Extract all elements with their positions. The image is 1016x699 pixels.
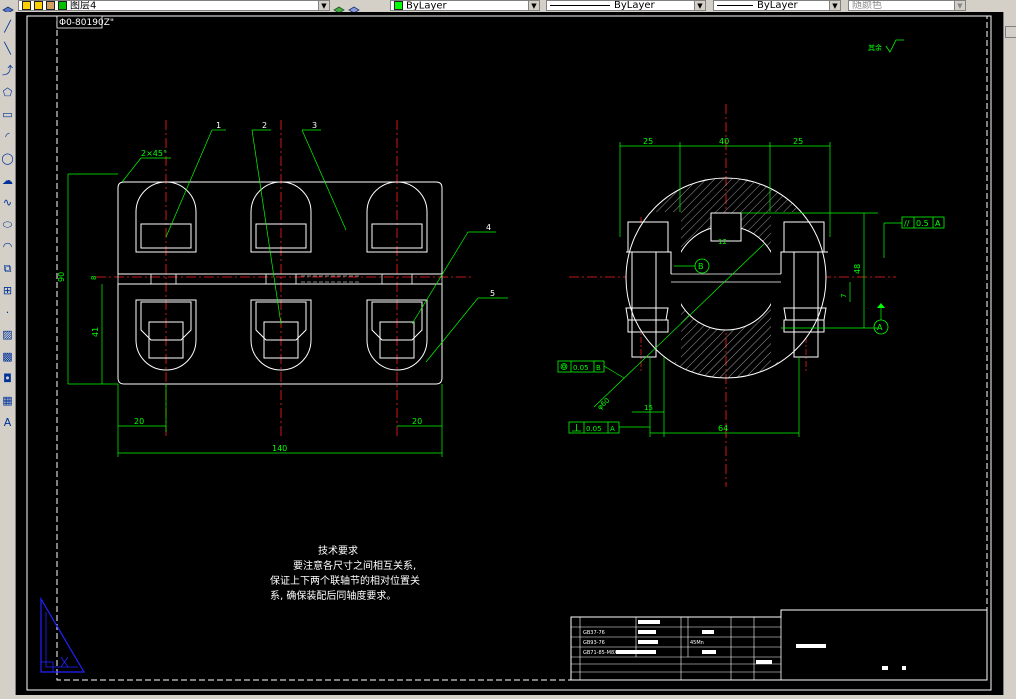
layer-manager-icon[interactable] — [2, 0, 14, 14]
corner-label: Φ0-80190Z" — [59, 18, 114, 28]
side-view: 25 40 25 12 48 7 // 0.5 A A B φ60 0.05 B… — [557, 104, 945, 487]
dim-middle-top: 40 — [719, 137, 729, 146]
make-block-icon[interactable]: ⊞ — [1, 284, 14, 297]
chamfer-label: 2×45° — [141, 149, 167, 158]
ucs-icon — [40, 596, 86, 673]
title-block: GB37-76 GB93-76 45Mn GB71-85-M8X20 — [570, 609, 988, 681]
gradient-icon[interactable]: ▩ — [1, 350, 14, 363]
lineweight-label: ByLayer — [757, 0, 798, 11]
spline-icon[interactable]: ∿ — [1, 196, 14, 209]
table-icon[interactable]: ▦ — [1, 394, 14, 407]
parallel-datum: A — [935, 219, 941, 228]
inner-border — [56, 15, 988, 681]
scrollbar-thumb[interactable] — [1005, 26, 1016, 38]
arc-icon[interactable]: ◜ — [1, 130, 14, 143]
circle-icon[interactable]: ◯ — [1, 152, 14, 165]
dim-height-right: 48 — [853, 264, 862, 274]
outer-border — [26, 15, 992, 691]
parallel-symbol-icon: // — [904, 219, 910, 228]
dim-bolt-spacing: 64 — [718, 424, 728, 433]
rectangle-icon[interactable]: ▭ — [1, 108, 14, 121]
layer-lock-icon[interactable] — [46, 1, 55, 10]
ellipse-icon[interactable]: ⬭ — [1, 218, 14, 231]
plot-style-control[interactable]: 随颜色 ▼ — [848, 0, 966, 11]
perpendicular-symbol-icon — [572, 424, 581, 432]
layer-name: 图层4 — [70, 0, 97, 11]
line-icon[interactable]: ╱ — [1, 20, 14, 33]
draw-toolbar: ╱ ╲ ⤴ ⬠ ▭ ◜ ◯ ☁ ∿ ⬭ ◠ ⧉ ⊞ · ▨ ▩ ◘ ▦ A — [0, 12, 16, 695]
layer-previous-icon[interactable] — [348, 0, 360, 14]
technical-requirements: 技术要求 要注意各尺寸之间相互关系, 保证上下两个联轴节的相对位置关 系, 确保… — [270, 544, 420, 602]
color-swatch-icon — [394, 1, 403, 10]
dim-right-top: 25 — [793, 137, 803, 146]
layer-freeze-icon[interactable] — [34, 1, 43, 10]
chevron-down-icon[interactable]: ▼ — [318, 1, 329, 10]
linetype-control[interactable]: ByLayer ▼ — [546, 0, 706, 11]
dim-diameter: φ60 — [596, 396, 611, 411]
layer-dropdown[interactable]: 图层4 ▼ — [18, 0, 330, 11]
insert-block-icon[interactable]: ⧉ — [1, 262, 14, 275]
chevron-down-icon[interactable]: ▼ — [694, 1, 705, 10]
concentric-datum: B — [596, 364, 601, 372]
chevron-down-icon[interactable]: ▼ — [954, 1, 965, 10]
datum-a-label: A — [877, 323, 883, 332]
revision-cloud-icon[interactable]: ☁ — [1, 174, 14, 187]
ellipse-arc-icon[interactable]: ◠ — [1, 240, 14, 253]
color-label: ByLayer — [406, 0, 447, 11]
layer-color-icon — [58, 1, 67, 10]
region-icon[interactable]: ◘ — [1, 372, 14, 385]
part-label-4: 4 — [486, 223, 491, 232]
chevron-down-icon[interactable]: ▼ — [829, 1, 840, 10]
point-icon[interactable]: · — [1, 306, 14, 319]
part-label-1: 1 — [216, 121, 221, 130]
dim-right-offset: 20 — [412, 417, 422, 426]
part-label-2: 2 — [262, 121, 267, 130]
lineweight-sample — [717, 4, 753, 6]
dim-height-total: 90 — [57, 272, 66, 282]
lineweight-control[interactable]: ByLayer ▼ — [713, 0, 841, 11]
dim-left-top: 25 — [643, 137, 653, 146]
construction-line-icon[interactable]: ╲ — [1, 42, 14, 55]
dim-left-small: 8 — [90, 276, 98, 280]
concentric-tolerance-value: 0.05 — [573, 364, 589, 372]
title-row-1-code: GB37-76 — [583, 630, 605, 636]
dim-width: 140 — [272, 444, 287, 453]
tech-req-line-1: 要注意各尺寸之间相互关系, — [293, 559, 416, 572]
front-view: 90 41 8 20 20 140 2×45° 1 2 3 4 5 — [57, 120, 508, 457]
roughness-note: 其余 — [868, 43, 882, 52]
vertical-scrollbar[interactable] — [1003, 12, 1016, 695]
dim-offset-bottom: 15 — [644, 404, 653, 412]
part-label-3: 3 — [312, 121, 317, 130]
make-current-layer-icon[interactable] — [333, 0, 345, 14]
chevron-down-icon[interactable]: ▼ — [528, 1, 539, 10]
tech-req-line-3: 系, 确保装配后同轴度要求。 — [270, 589, 396, 602]
perpendicular-datum: A — [610, 425, 615, 433]
roughness-symbol-icon — [885, 39, 904, 53]
color-control[interactable]: ByLayer ▼ — [390, 0, 540, 11]
datum-b-label: B — [698, 262, 704, 271]
layer-on-icon[interactable] — [22, 1, 31, 10]
parallel-tolerance-value: 0.5 — [916, 219, 929, 228]
linetype-sample — [550, 4, 610, 6]
drawing-canvas[interactable]: Φ0-80190Z" 其余 90 41 8 20 20 140 2×45° 1 … — [16, 12, 1003, 695]
hatch-icon[interactable]: ▨ — [1, 328, 14, 341]
title-row-2-material: 45Mn — [690, 640, 704, 646]
polyline-icon[interactable]: ⤴ — [1, 64, 14, 77]
tech-req-title: 技术要求 — [318, 544, 358, 557]
perpendicular-tolerance-value: 0.05 — [586, 425, 602, 433]
concentric-symbol-icon — [560, 363, 568, 370]
linetype-label: ByLayer — [614, 0, 655, 11]
drawing-svg: Φ0-80190Z" 其余 90 41 8 20 20 140 2×45° 1 … — [26, 15, 992, 691]
dim-key-width: 12 — [718, 238, 727, 246]
plot-style-label: 随颜色 — [852, 0, 882, 11]
title-row-2-code: GB93-76 — [583, 640, 605, 646]
polygon-icon[interactable]: ⬠ — [1, 86, 14, 99]
tech-req-line-2: 保证上下两个联轴节的相对位置关 — [270, 574, 420, 587]
dim-left-offset: 20 — [134, 417, 144, 426]
mtext-icon[interactable]: A — [1, 416, 14, 429]
dim-height-lower: 41 — [91, 327, 100, 337]
part-label-5: 5 — [490, 289, 495, 298]
dim-small-right: 7 — [840, 294, 848, 298]
